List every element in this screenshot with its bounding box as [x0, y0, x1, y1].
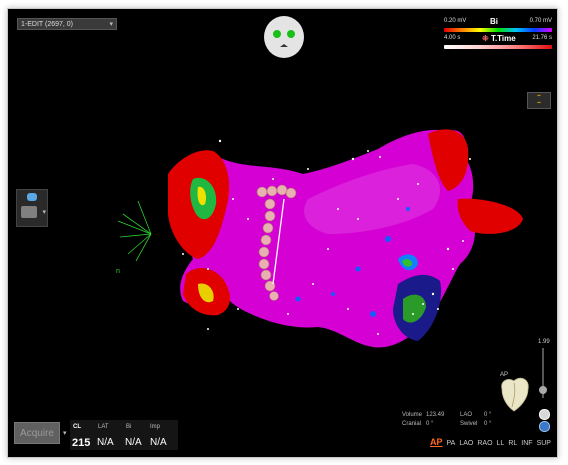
- zoom-slider-handle[interactable]: [539, 386, 547, 394]
- bi-max: 0.70 mV: [529, 18, 552, 24]
- view-button-inf[interactable]: INF: [521, 440, 532, 447]
- acquire-button[interactable]: Acquire: [14, 422, 60, 444]
- ttime-name: ⁜ T.Time: [482, 34, 516, 43]
- cranial-label: Cranial: [402, 421, 422, 427]
- swivel-label: Swivel: [460, 421, 478, 427]
- blue-spot: [370, 311, 376, 317]
- zoom-value: 1.99: [538, 339, 550, 345]
- ttime-legend-labels: 4.00 s ⁜ T.Time 21.76 s: [444, 34, 552, 44]
- map-selector-label: 1-EDIT (2697, 0): [21, 21, 74, 28]
- map-viewport[interactable]: n 1-EDIT (2697, 0) ▾ 0.20 mV Bi 0.70 mV …: [7, 8, 558, 458]
- imp-value: N/A: [150, 437, 167, 448]
- volume-value: 123.49: [426, 412, 445, 418]
- blue-spot: [406, 207, 410, 211]
- cranial-value: 0 °: [426, 421, 434, 427]
- blue-spot: [295, 296, 301, 302]
- view-button-pa[interactable]: PA: [447, 440, 456, 447]
- view-button-sup[interactable]: SUP: [537, 440, 551, 447]
- color-legend: 0.20 mV Bi 0.70 mV 4.00 s ⁜ T.Time 21.76…: [444, 17, 552, 52]
- view-button-rl[interactable]: RL: [508, 440, 517, 447]
- map-layer-icon: [27, 193, 37, 201]
- view-button-lao[interactable]: LAO: [459, 440, 473, 447]
- imp-header: Imp: [150, 424, 161, 430]
- bi-min: 0.20 mV: [444, 18, 467, 24]
- view-button-ll[interactable]: LL: [497, 440, 505, 447]
- stats-panel: CL LAT Bi Imp 215 N/A N/A N/A: [70, 420, 178, 450]
- bi-header: Bi: [126, 424, 132, 430]
- help-icon[interactable]: [539, 421, 550, 432]
- lao-label: LAO: [460, 412, 473, 418]
- view-button-ap[interactable]: AP: [430, 437, 443, 447]
- lat-header: LAT: [98, 424, 109, 430]
- ttime-color-bar: [444, 45, 552, 49]
- axis-label: n: [116, 268, 120, 275]
- view-button-rao[interactable]: RAO: [477, 440, 492, 447]
- ttime-icon: ⁜: [482, 34, 489, 43]
- lao-value: 0 °: [484, 412, 492, 418]
- blue-spot: [331, 292, 335, 296]
- ttime-max: 21.76 s: [532, 35, 552, 41]
- axis-triad: [117, 200, 152, 262]
- cl-header: CL: [73, 424, 81, 430]
- blue-spot: [385, 236, 391, 242]
- volume-label: Volume: [402, 412, 423, 418]
- chevron-down-icon[interactable]: ▾: [63, 429, 67, 437]
- blue-spot: [355, 266, 361, 272]
- bi-name: Bi: [490, 17, 498, 26]
- cl-value: 215: [72, 437, 91, 449]
- bi-value: N/A: [125, 437, 142, 448]
- swivel-value: 0 °: [484, 421, 492, 427]
- ttime-name-label: T.Time: [490, 34, 516, 43]
- orientation-label: AP: [500, 372, 509, 378]
- patient-head-icon[interactable]: [262, 15, 306, 59]
- bi-legend-labels: 0.20 mV Bi 0.70 mV: [444, 17, 552, 27]
- chevron-down-icon: ▾: [42, 209, 46, 216]
- anatomy-map[interactable]: n: [8, 9, 557, 457]
- layer-selector-widget[interactable]: ▾: [16, 189, 48, 227]
- rotate-icon[interactable]: [539, 409, 550, 420]
- view-buttons: AP PA LAO RAO LL RL INF SUP: [430, 437, 556, 447]
- catheter-indicator-icon[interactable]: ▪▪ ▪▪: [527, 92, 551, 109]
- lat-value: N/A: [97, 437, 114, 448]
- map-selector-dropdown[interactable]: 1-EDIT (2697, 0) ▾: [17, 18, 117, 30]
- chevron-down-icon: ▾: [109, 21, 113, 28]
- ttime-min: 4.00 s: [444, 35, 461, 41]
- surface-layer-icon: [21, 206, 37, 218]
- bi-color-bar: [444, 28, 552, 32]
